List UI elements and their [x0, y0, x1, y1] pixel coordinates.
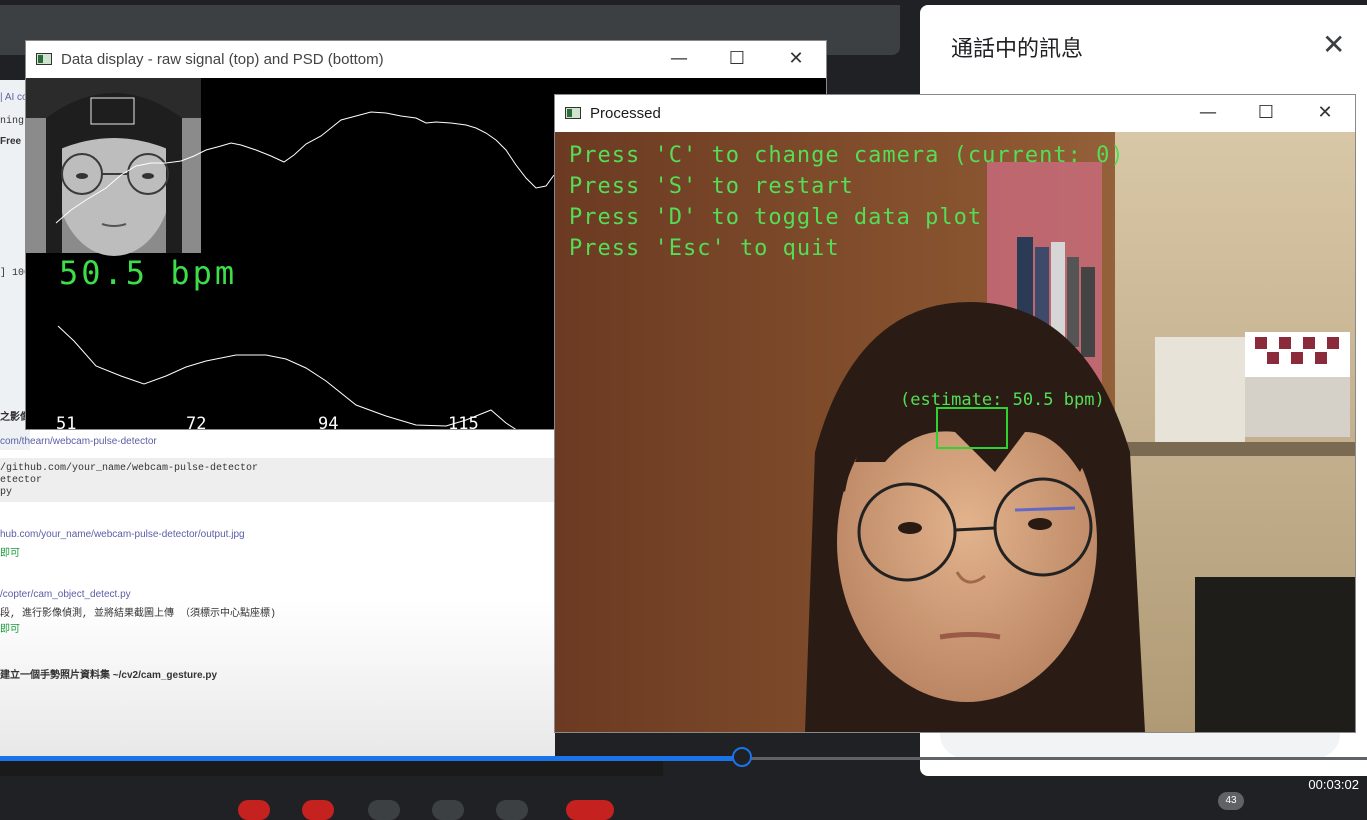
x-tick-label: 51	[56, 414, 77, 434]
face-thumbnail	[26, 78, 201, 256]
document-line: /github.com/your_name/webcam-pulse-detec…	[0, 463, 259, 474]
captions-button[interactable]	[368, 800, 400, 820]
instruction-text: Press 'C' to change camera (current: 0)	[569, 143, 1125, 168]
titlebar: Processed — ☐ ✕	[555, 95, 1355, 132]
document-line: Free	[0, 136, 22, 147]
progress-remaining	[742, 757, 1367, 760]
document-line: 即可	[0, 548, 20, 559]
participants-badge[interactable]: 43	[1218, 792, 1244, 810]
document-line: py	[0, 487, 13, 498]
x-tick-label: 115	[448, 414, 479, 434]
leave-call-button[interactable]	[566, 800, 614, 820]
close-icon[interactable]: ✕	[1310, 99, 1340, 127]
progress-scrubber[interactable]	[732, 747, 752, 767]
document-line[interactable]: com/thearn/webcam-pulse-detector	[0, 436, 157, 447]
close-icon[interactable]: ✕	[781, 45, 811, 73]
camera-button[interactable]	[302, 800, 334, 820]
app-icon	[36, 53, 52, 65]
progress-fill	[0, 756, 742, 761]
titlebar: Data display - raw signal (top) and PSD …	[26, 41, 826, 78]
app-icon	[565, 107, 581, 119]
window-title: Data display - raw signal (top) and PSD …	[61, 51, 384, 68]
instruction-text: Press 'S' to restart	[569, 174, 854, 199]
maximize-icon[interactable]: ☐	[1251, 99, 1281, 127]
instruction-text: Press 'D' to toggle data plot	[569, 205, 983, 230]
document-line: 段, 進行影像偵測, 並將結果截圖上傳 （須標示中心點座標)	[0, 609, 277, 620]
instruction-text: Press 'Esc' to quit	[569, 236, 840, 261]
x-tick-label: 72	[186, 414, 207, 434]
present-button[interactable]	[432, 800, 464, 820]
psd-line	[57, 325, 517, 429]
document-line: 即可	[0, 624, 20, 635]
minimize-icon[interactable]: —	[1193, 99, 1223, 127]
x-tick-label: 94	[318, 414, 339, 434]
chat-panel-title: 通話中的訊息	[951, 37, 1084, 62]
more-button[interactable]	[496, 800, 528, 820]
forehead-roi-box	[936, 407, 1008, 449]
minimize-icon[interactable]: —	[664, 45, 694, 73]
document-line[interactable]: | AI co	[0, 92, 28, 103]
maximize-icon[interactable]: ☐	[722, 45, 752, 73]
document-line: 建立一個手勢照片資料集 ~/cv2/cam_gesture.py	[0, 670, 218, 681]
mic-button[interactable]	[238, 800, 270, 820]
document-line: etector	[0, 475, 43, 486]
processed-window: Processed — ☐ ✕ Press 'C' to change came…	[555, 95, 1355, 732]
window-title: Processed	[590, 105, 661, 122]
document-line[interactable]: /copter/cam_object_detect.py	[0, 589, 131, 600]
document-line[interactable]: hub.com/your_name/webcam-pulse-detector/…	[0, 529, 245, 540]
bpm-readout: 50.5 bpm	[59, 254, 238, 292]
checkered-box	[1245, 332, 1350, 377]
close-icon[interactable]: ✕	[1322, 31, 1345, 59]
timestamp: 00:03:02	[1308, 777, 1359, 792]
